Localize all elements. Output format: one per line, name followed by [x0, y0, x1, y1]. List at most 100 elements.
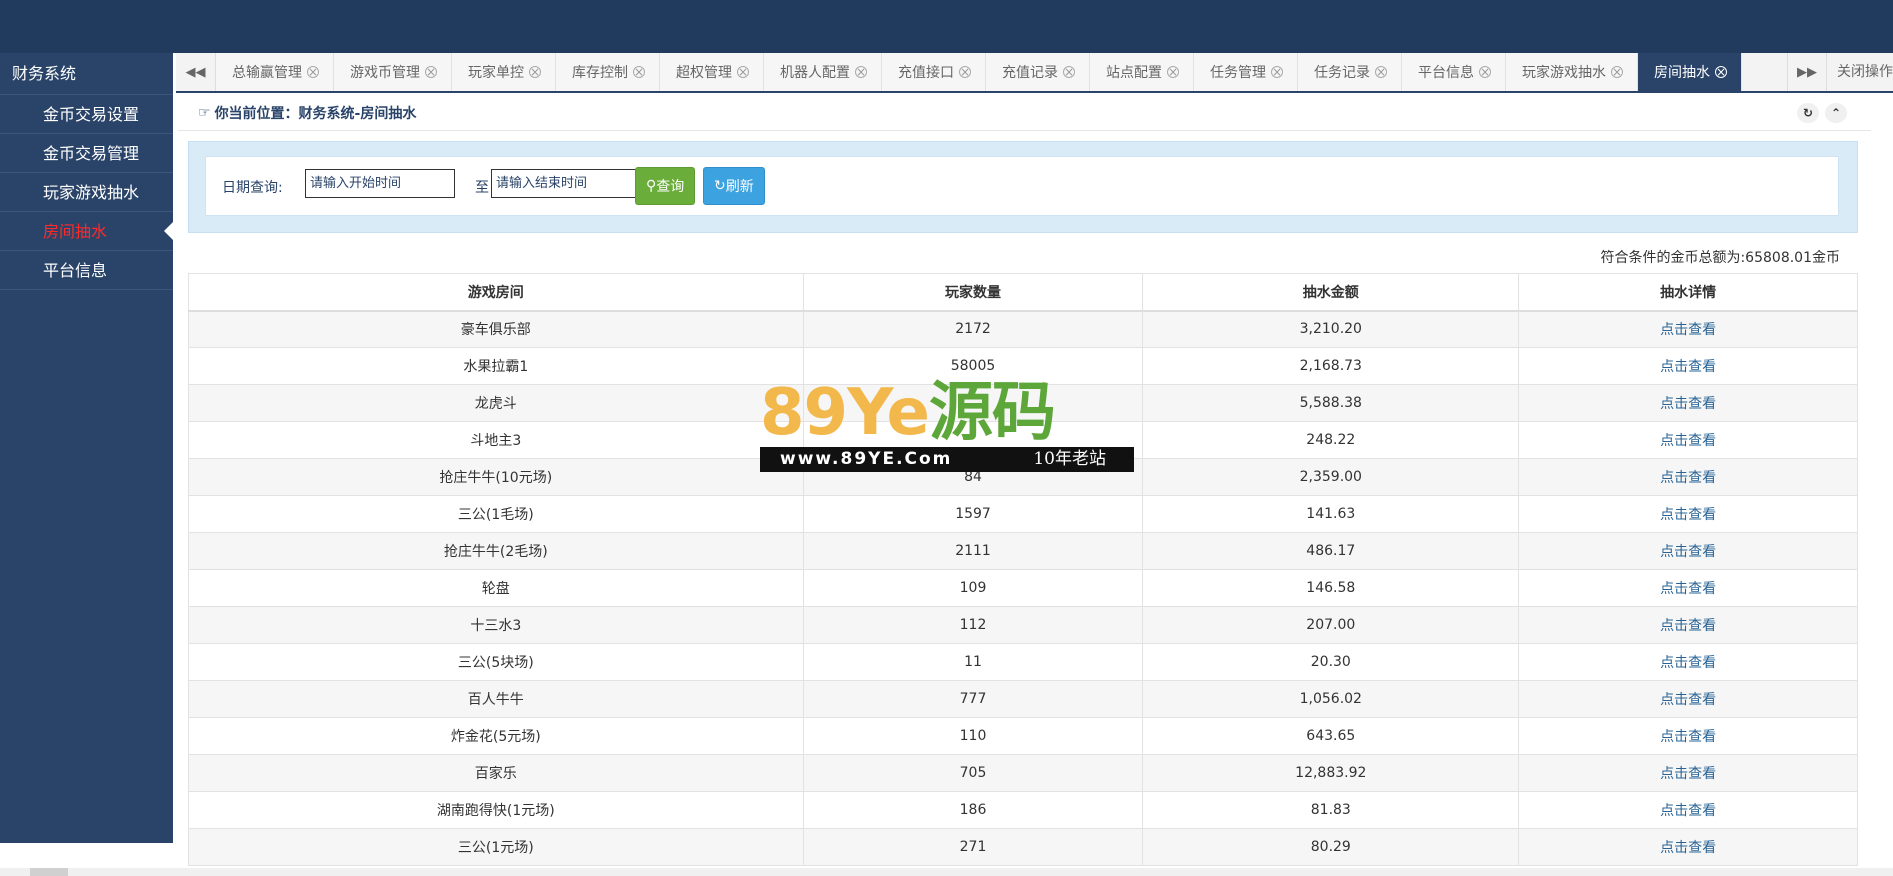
tab-bar: ◀◀ 总输赢管理 × 游戏币管理 × 玩家单控 × 库存控制 × 超权管理 × 机器人配置…: [176, 53, 1893, 93]
breadcrumb-text: 你当前位置：财务系统-房间抽水: [214, 105, 417, 122]
view-detail-link[interactable]: 点击查看: [1518, 495, 1858, 533]
close-tab-icon[interactable]: ×: [1271, 66, 1283, 78]
sidebar-item-room-rake[interactable]: 房间抽水: [0, 212, 174, 251]
cell-room: 三公(1毛场): [188, 495, 804, 533]
reload-icon[interactable]: ↻: [1797, 103, 1819, 123]
view-detail-link[interactable]: 点击查看: [1518, 569, 1858, 607]
table-row: 百人牛牛 777 1,056.02 点击查看: [188, 680, 1858, 718]
tab-task-records[interactable]: 任务记录 ×: [1298, 53, 1402, 91]
sidebar-item-gold-trade-settings[interactable]: 金币交易设置: [0, 95, 173, 134]
end-date-input[interactable]: [491, 169, 641, 198]
tab-label: 总输赢管理: [232, 65, 302, 81]
sidebar: 财务系统 金币交易设置 金币交易管理 玩家游戏抽水 房间抽水 平台信息: [0, 53, 174, 843]
view-detail-link[interactable]: 点击查看: [1518, 643, 1858, 681]
column-header-room: 游戏房间: [188, 273, 804, 312]
close-tab-icon[interactable]: ×: [737, 66, 749, 78]
cell-amount: 81.83: [1142, 791, 1520, 829]
tab-robot-config[interactable]: 机器人配置 ×: [764, 53, 882, 91]
view-detail-link[interactable]: 点击查看: [1518, 606, 1858, 644]
tab-site-config[interactable]: 站点配置 ×: [1090, 53, 1194, 91]
cell-amount: 1,056.02: [1142, 680, 1520, 718]
cell-amount: 207.00: [1142, 606, 1520, 644]
close-tab-icon[interactable]: ×: [425, 66, 437, 78]
close-tab-icon[interactable]: ×: [307, 66, 319, 78]
view-detail-link[interactable]: 点击查看: [1518, 717, 1858, 755]
close-tab-icon[interactable]: ×: [855, 66, 867, 78]
start-date-input[interactable]: [305, 169, 455, 198]
view-detail-link[interactable]: 点击查看: [1518, 791, 1858, 829]
search-icon: ⚲: [646, 178, 657, 194]
tab-total-win-loss[interactable]: 总输赢管理 ×: [216, 53, 334, 91]
table-row: 十三水3 112 207.00 点击查看: [188, 606, 1858, 644]
close-tab-icon[interactable]: ×: [959, 66, 971, 78]
tab-label: 充值接口: [898, 65, 954, 81]
view-detail-link[interactable]: 点击查看: [1518, 754, 1858, 792]
sidebar-header[interactable]: 财务系统: [0, 53, 173, 95]
view-detail-link[interactable]: 点击查看: [1518, 347, 1858, 385]
sidebar-item-platform-info[interactable]: 平台信息: [0, 251, 173, 290]
cell-players: 271: [802, 828, 1144, 866]
view-detail-link[interactable]: 点击查看: [1518, 310, 1858, 348]
close-tab-icon[interactable]: ×: [633, 66, 645, 78]
table-row: 三公(5块场) 11 20.30 点击查看: [188, 643, 1858, 681]
table-row: 百家乐 705 12,883.92 点击查看: [188, 754, 1858, 792]
site-watermark-logo: 89Ye源码 www.89YE.Com 10年老站: [760, 378, 1134, 472]
query-button[interactable]: ⚲ 查询: [635, 167, 696, 205]
tab-super-admin[interactable]: 超权管理 ×: [660, 53, 764, 91]
tab-task-management[interactable]: 任务管理 ×: [1194, 53, 1298, 91]
close-tab-icon[interactable]: ×: [1715, 66, 1727, 78]
tab-scroll-left-icon[interactable]: ◀◀: [176, 53, 216, 91]
view-detail-link[interactable]: 点击查看: [1518, 384, 1858, 422]
tab-game-coin[interactable]: 游戏币管理 ×: [334, 53, 452, 91]
tab-label: 房间抽水: [1654, 65, 1710, 81]
tab-label: 超权管理: [676, 65, 732, 81]
tab-recharge-api[interactable]: 充值接口 ×: [882, 53, 986, 91]
cell-room: 豪车俱乐部: [188, 310, 804, 348]
tab-player-game-rake[interactable]: 玩家游戏抽水 ×: [1506, 53, 1638, 91]
tab-stock-control[interactable]: 库存控制 ×: [556, 53, 660, 91]
close-tab-icon[interactable]: ×: [1479, 66, 1491, 78]
table-row: 抢庄牛牛(2毛场) 2111 486.17 点击查看: [188, 532, 1858, 570]
tab-room-rake[interactable]: 房间抽水 ×: [1638, 53, 1742, 91]
table-row: 炸金花(5元场) 110 643.65 点击查看: [188, 717, 1858, 755]
view-detail-link[interactable]: 点击查看: [1518, 421, 1858, 459]
cell-players: 112: [802, 606, 1144, 644]
table-row: 三公(1毛场) 1597 141.63 点击查看: [188, 495, 1858, 533]
tab-scroll-right-icon[interactable]: ▶▶: [1787, 53, 1827, 91]
table-row: 三公(1元场) 271 80.29 点击查看: [188, 828, 1858, 866]
query-button-label: 查询: [656, 179, 685, 195]
cell-players: 777: [802, 680, 1144, 718]
date-range-separator: 至: [475, 180, 489, 196]
tab-player-control[interactable]: 玩家单控 ×: [452, 53, 556, 91]
close-tab-icon[interactable]: ×: [1611, 66, 1623, 78]
tab-recharge-records[interactable]: 充值记录 ×: [986, 53, 1090, 91]
close-tab-icon[interactable]: ×: [1063, 66, 1075, 78]
view-detail-link[interactable]: 点击查看: [1518, 680, 1858, 718]
scrollbar-thumb[interactable]: [30, 868, 68, 876]
close-tab-icon[interactable]: ×: [1375, 66, 1387, 78]
collapse-icon[interactable]: ⌃: [1825, 103, 1847, 123]
tab-label: 玩家单控: [468, 65, 524, 81]
sidebar-item-player-game-rake[interactable]: 玩家游戏抽水: [0, 173, 173, 212]
close-tab-icon[interactable]: ×: [529, 66, 541, 78]
tab-list: 总输赢管理 × 游戏币管理 × 玩家单控 × 库存控制 × 超权管理 × 机器人配置 × 充…: [216, 53, 1742, 91]
cell-amount: 141.63: [1142, 495, 1520, 533]
close-operations-label: 关闭操作: [1837, 64, 1893, 80]
tab-platform-info[interactable]: 平台信息 ×: [1402, 53, 1506, 91]
close-operations-menu[interactable]: 关闭操作 ▾: [1827, 53, 1893, 91]
watermark-logo-text: 89Ye源码: [760, 376, 1056, 450]
breadcrumb: ☞ 你当前位置：财务系统-房间抽水 ↻ ⌃: [178, 95, 1871, 131]
total-gold-summary: 符合条件的金币总额为:65808.01金币: [1600, 250, 1840, 266]
view-detail-link[interactable]: 点击查看: [1518, 828, 1858, 866]
sidebar-item-gold-trade-management[interactable]: 金币交易管理: [0, 134, 173, 173]
main-content: ☞ 你当前位置：财务系统-房间抽水 ↻ ⌃ 日期查询: 至 ⚲ 查询 ↻ 刷新 …: [178, 95, 1871, 876]
view-detail-link[interactable]: 点击查看: [1518, 458, 1858, 496]
cell-players: 705: [802, 754, 1144, 792]
view-detail-link[interactable]: 点击查看: [1518, 532, 1858, 570]
horizontal-scrollbar[interactable]: [0, 868, 1893, 876]
cell-players: 2172: [802, 310, 1144, 348]
close-tab-icon[interactable]: ×: [1167, 66, 1179, 78]
cell-players: 2111: [802, 532, 1144, 570]
refresh-button[interactable]: ↻ 刷新: [703, 167, 765, 205]
refresh-icon: ↻: [714, 178, 726, 194]
